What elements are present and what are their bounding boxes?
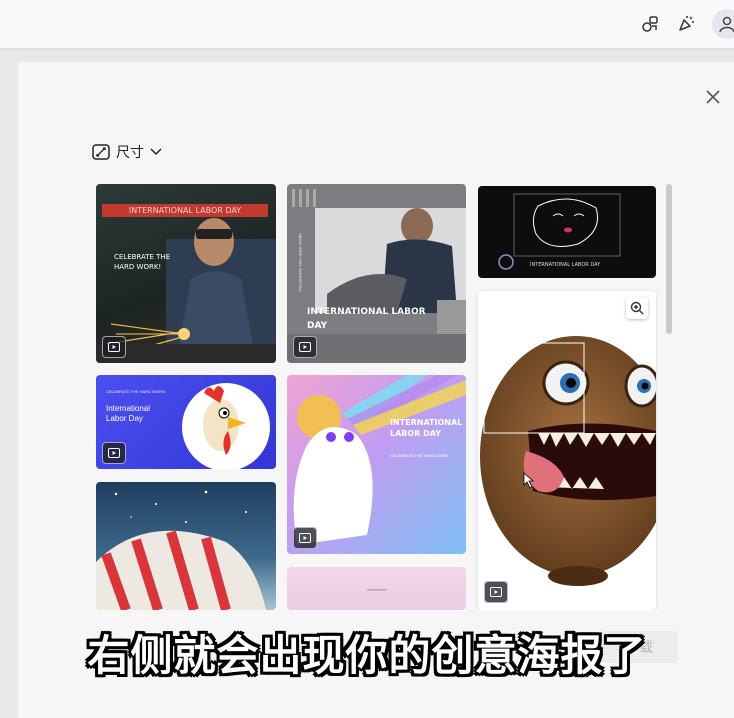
template-card-chicken[interactable]: CELEBRATE THE HARD WORK! International L… (96, 375, 276, 469)
video-badge-icon (102, 442, 126, 464)
card4-small-text: CELEBRATE THE HARD WORK! (106, 389, 166, 394)
close-icon (706, 90, 720, 104)
zoom-in-icon (630, 301, 644, 315)
chevron-down-icon (150, 148, 162, 156)
top-bar (0, 0, 734, 49)
video-subtitle: 右侧就会出现你的创意海报了 (87, 631, 647, 680)
size-filter-label: 尺寸 (116, 144, 144, 160)
brand-kit-icon[interactable] (636, 10, 664, 38)
template-card-pink[interactable] (287, 567, 466, 610)
template-card-line-art[interactable]: INTERNATIONAL LABOR DAY (478, 186, 656, 278)
whats-new-icon[interactable] (672, 10, 700, 38)
card5-subtitle: CELEBRATE THE HARD WORK (390, 453, 449, 458)
card2-side-text: CELEBRATE THE HARD WORK (297, 232, 303, 292)
template-card-candy-cane[interactable] (96, 482, 276, 610)
grid-scrollbar[interactable] (666, 184, 672, 334)
template-card-rainbow-cat[interactable]: INTERNATIONAL LABOR DAY CELEBRATE THE HA… (287, 375, 466, 554)
card3-title: INTERNATIONAL LABOR DAY (530, 262, 601, 268)
card1-title: CELEBRATE THE HARD WORK! (114, 253, 171, 271)
video-badge-icon (484, 581, 508, 603)
account-icon (719, 16, 734, 33)
video-badge-icon (293, 527, 317, 549)
size-filter-dropdown[interactable]: 尺寸 (92, 140, 162, 164)
video-badge-icon (293, 336, 317, 358)
template-grid: INTERNATIONAL LABOR DAY CELEBRATE THE HA… (96, 184, 658, 610)
template-card-monster[interactable] (478, 291, 656, 610)
candy-cane-photo (96, 490, 266, 610)
template-card-welder[interactable]: INTERNATIONAL LABOR DAY CELEBRATE THE HA… (96, 184, 276, 363)
monster-illustration (480, 336, 656, 586)
close-button[interactable] (700, 84, 726, 110)
card2-title: INTERNATIONAL LABOR DAY (307, 307, 426, 331)
card1-banner: INTERNATIONAL LABOR DAY (102, 204, 268, 217)
template-card-mechanic[interactable]: INTERNATIONAL LABOR DAY CELEBRATE THE HA… (287, 184, 466, 363)
resize-icon (92, 144, 110, 160)
card4-title: International Labor Day (106, 404, 151, 423)
video-badge-icon (102, 336, 126, 358)
zoom-preview-button[interactable] (626, 297, 648, 319)
pink-poster-preview (367, 589, 387, 591)
card5-title: INTERNATIONAL LABOR DAY (390, 418, 463, 438)
account-avatar[interactable] (712, 9, 734, 39)
